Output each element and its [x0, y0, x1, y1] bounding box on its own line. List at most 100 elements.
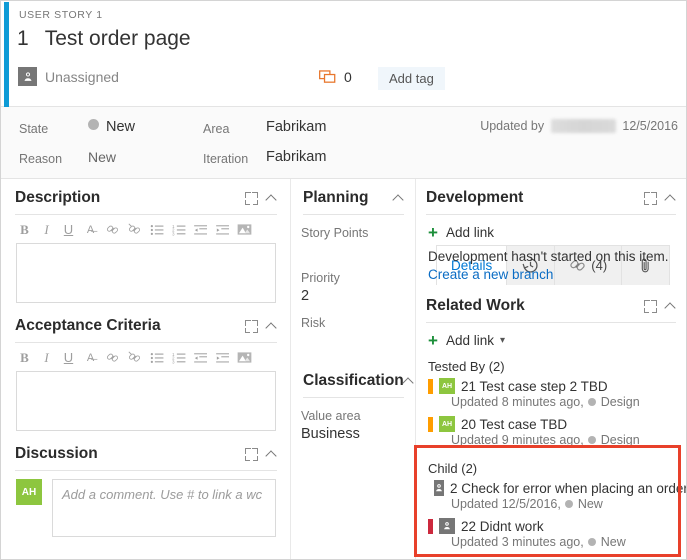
- expand-icon[interactable]: [245, 191, 258, 205]
- updated-by-info: Updated by Alex Homer 12/5/2016: [480, 119, 678, 133]
- italic-icon[interactable]: I: [39, 350, 54, 365]
- acceptance-editor[interactable]: [16, 371, 276, 431]
- development-title: Development: [426, 189, 524, 206]
- plus-icon: +: [428, 331, 438, 350]
- underline-icon[interactable]: U: [61, 222, 76, 237]
- numbered-list-icon[interactable]: 123: [171, 222, 186, 237]
- assigned-to-row[interactable]: Unassigned: [18, 67, 119, 86]
- link-updated: Updated 9 minutes ago,: [451, 433, 584, 447]
- clear-format-icon[interactable]: A̶: [83, 222, 98, 237]
- avatar: AH: [439, 416, 455, 432]
- list-item[interactable]: AH 20 Test case TBD Updated 9 minutes ag…: [424, 415, 678, 453]
- discussion-title: Discussion: [15, 445, 98, 462]
- breadcrumb: USER STORY 1: [19, 9, 103, 21]
- insert-link-icon[interactable]: [105, 350, 120, 365]
- chevron-up-icon[interactable]: [666, 301, 676, 311]
- link-title[interactable]: 20 Test case TBD: [461, 417, 567, 432]
- development-section-header: Development: [424, 179, 678, 214]
- insert-image-icon[interactable]: [237, 222, 252, 237]
- work-item-type-color-icon: [428, 416, 433, 432]
- expand-icon[interactable]: [644, 299, 657, 313]
- outdent-icon[interactable]: [193, 350, 208, 365]
- description-section-header: Description: [13, 179, 279, 214]
- insert-link-icon[interactable]: [105, 222, 120, 237]
- numbered-list-icon[interactable]: 123: [171, 350, 186, 365]
- add-link-label: Add link: [445, 333, 494, 348]
- comment-count-value: 0: [344, 69, 352, 85]
- expand-icon[interactable]: [644, 191, 657, 205]
- link-state: New: [577, 497, 603, 511]
- plus-icon: +: [428, 223, 438, 242]
- work-item-title[interactable]: Test order page: [45, 27, 191, 51]
- field-state-value[interactable]: New: [88, 118, 135, 136]
- link-group-label: Tested By (2): [428, 359, 505, 374]
- add-tag-button[interactable]: Add tag: [378, 67, 445, 90]
- work-item-header: USER STORY 1 1 Test order page Unassigne…: [1, 1, 686, 107]
- insert-image-icon[interactable]: [237, 350, 252, 365]
- risk-label: Risk: [301, 316, 326, 330]
- avatar: AH: [16, 479, 42, 505]
- expand-icon[interactable]: [245, 447, 258, 461]
- link-title[interactable]: 22 Didnt work: [461, 519, 544, 534]
- field-reason-value[interactable]: New: [88, 149, 116, 167]
- create-branch-link[interactable]: Create a new branch: [424, 266, 678, 283]
- indent-icon[interactable]: [215, 350, 230, 365]
- development-add-link-button[interactable]: + Add link: [424, 215, 678, 247]
- divider: [303, 397, 404, 398]
- updated-by-label: Updated by: [480, 119, 545, 133]
- acceptance-toolbar: B I U A̶ 123: [13, 343, 279, 371]
- link-group-label: Child (2): [428, 461, 478, 476]
- field-priority[interactable]: Priority 2: [301, 271, 406, 305]
- svg-text:3: 3: [172, 359, 175, 363]
- related-work-add-link-button[interactable]: + Add link ▾: [424, 323, 678, 355]
- left-column: Description B I U A̶ 123 Acceptance Crit…: [1, 179, 291, 559]
- field-value-area[interactable]: Value area Business: [301, 409, 406, 443]
- indent-icon[interactable]: [215, 222, 230, 237]
- remove-link-icon[interactable]: [127, 350, 142, 365]
- chevron-up-icon[interactable]: [394, 193, 404, 203]
- bullet-list-icon[interactable]: [149, 222, 164, 237]
- link-title[interactable]: 21 Test case step 2 TBD: [461, 379, 608, 394]
- list-item[interactable]: 22 Didnt work Updated 3 minutes ago, New: [424, 517, 678, 555]
- bold-icon[interactable]: B: [17, 350, 32, 365]
- link-state: New: [600, 535, 626, 549]
- assigned-to-value: Unassigned: [45, 68, 119, 85]
- field-story-points[interactable]: Story Points: [301, 226, 406, 260]
- chevron-up-icon[interactable]: [267, 193, 277, 203]
- field-risk[interactable]: Risk: [301, 316, 406, 350]
- comment-input[interactable]: Add a comment. Use # to link a wc: [52, 479, 276, 537]
- discussion-section-header: Discussion: [13, 431, 279, 470]
- chevron-down-icon[interactable]: ▾: [500, 335, 505, 346]
- state-dot-icon: [587, 398, 596, 406]
- story-points-label: Story Points: [301, 226, 369, 240]
- description-editor[interactable]: [16, 243, 276, 303]
- list-item[interactable]: AH 21 Test case step 2 TBD Updated 8 min…: [424, 377, 678, 415]
- field-iteration-value[interactable]: Fabrikam: [266, 148, 326, 166]
- field-area-value[interactable]: Fabrikam: [266, 118, 326, 136]
- remove-link-icon[interactable]: [127, 222, 142, 237]
- chevron-up-icon[interactable]: [267, 321, 277, 331]
- list-item[interactable]: 2 Check for error when placing an order …: [424, 479, 686, 517]
- priority-label: Priority: [301, 271, 340, 285]
- chevron-up-icon[interactable]: [267, 449, 277, 459]
- chevron-up-icon[interactable]: [666, 193, 676, 203]
- classification-title: Classification: [303, 372, 404, 389]
- classification-section-header: Classification: [301, 350, 406, 397]
- add-link-label: Add link: [445, 225, 494, 240]
- bold-icon[interactable]: B: [17, 222, 32, 237]
- discussion-count[interactable]: 0: [319, 69, 352, 85]
- link-title[interactable]: 2 Check for error when placing an order: [450, 481, 686, 496]
- bullet-list-icon[interactable]: [149, 350, 164, 365]
- clear-format-icon[interactable]: A̶: [83, 350, 98, 365]
- underline-icon[interactable]: U: [61, 350, 76, 365]
- italic-icon[interactable]: I: [39, 222, 54, 237]
- state-dot-icon: [587, 436, 596, 444]
- link-group-tested-by: Tested By (2) AH 21 Test case step 2 TBD…: [424, 355, 678, 453]
- middle-column: Planning Story Points Priority 2 Risk Cl…: [291, 179, 416, 559]
- work-item-id: 1: [17, 27, 29, 50]
- link-updated: Updated 12/5/2016,: [451, 497, 561, 511]
- expand-icon[interactable]: [245, 319, 258, 333]
- description-toolbar: B I U A̶ 123: [13, 215, 279, 243]
- person-icon: [439, 518, 455, 534]
- outdent-icon[interactable]: [193, 222, 208, 237]
